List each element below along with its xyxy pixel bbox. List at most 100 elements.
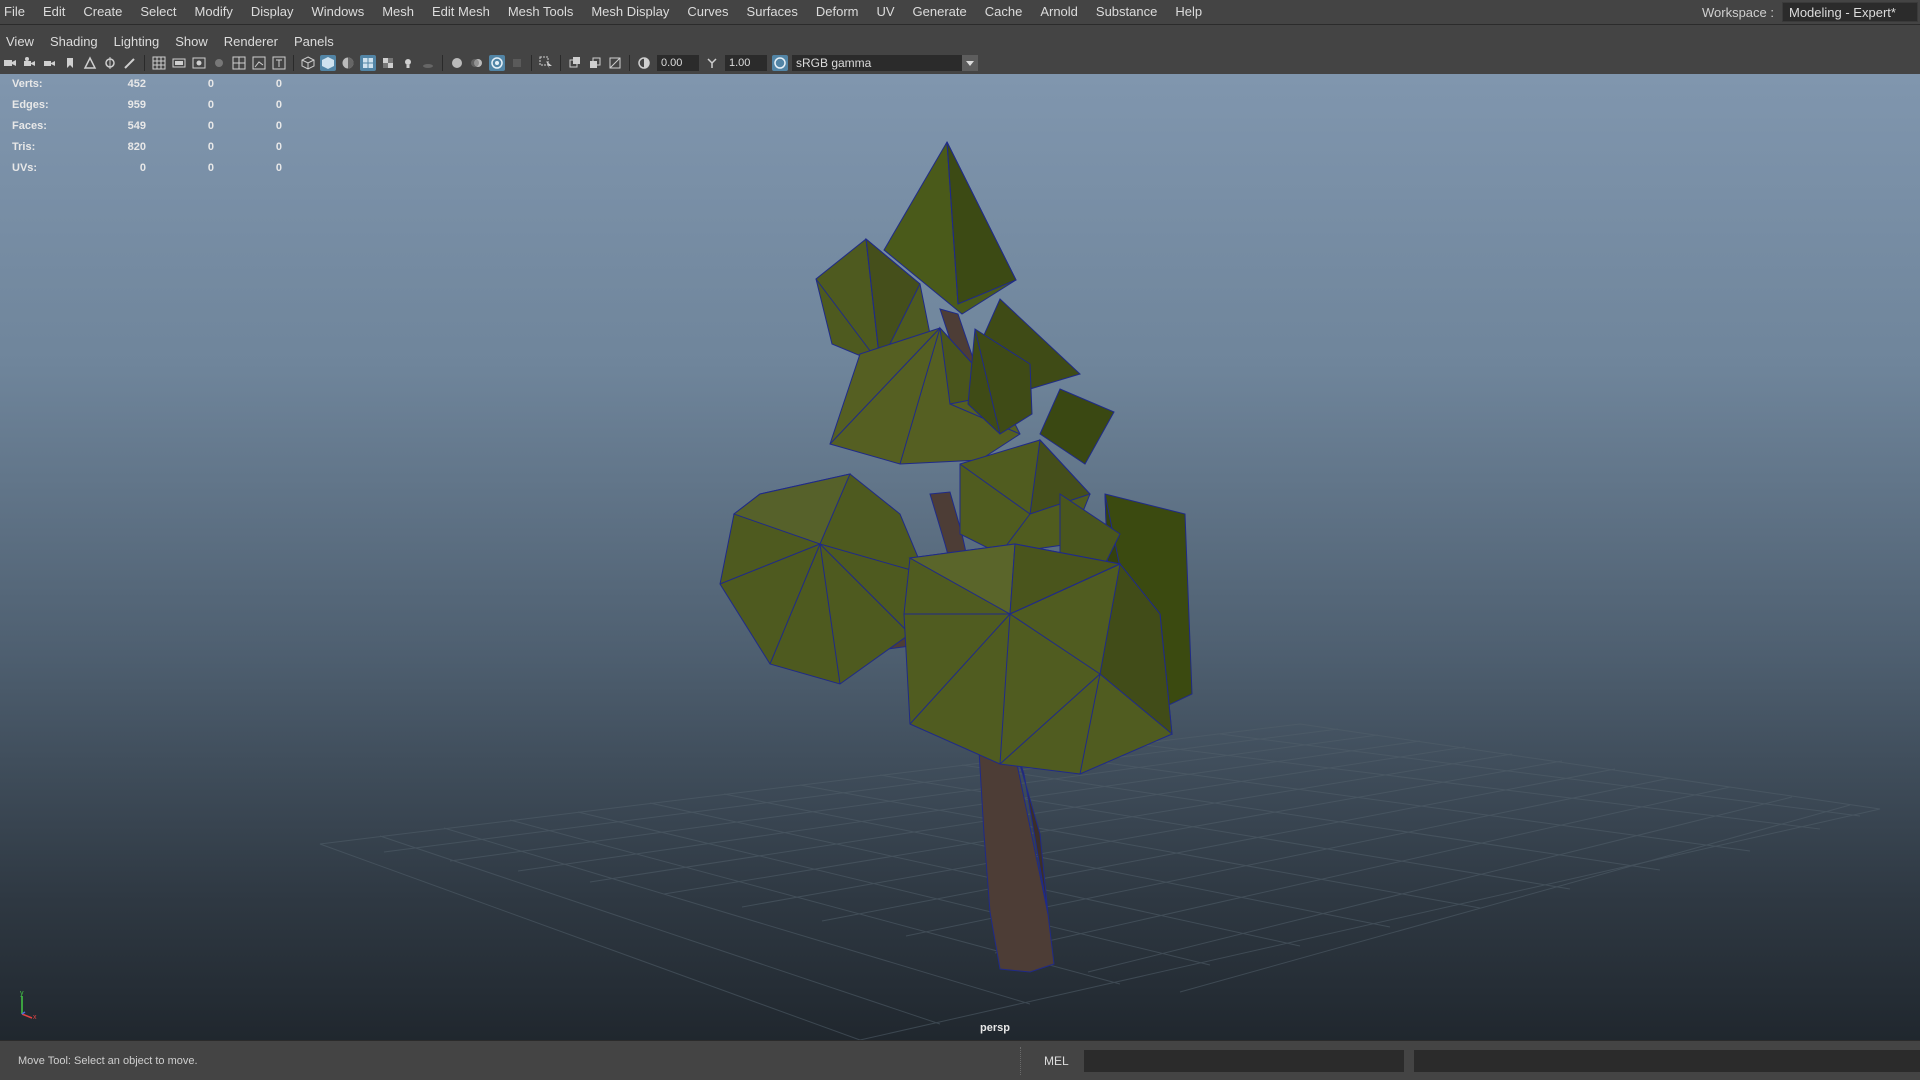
grid-icon[interactable] — [151, 55, 167, 71]
panel-menu-lighting[interactable]: Lighting — [106, 34, 168, 49]
command-line-input[interactable] — [1084, 1050, 1404, 1072]
default-material-icon[interactable] — [340, 55, 356, 71]
shadows-icon[interactable] — [420, 55, 436, 71]
gamma-field[interactable]: 1.00 — [725, 55, 767, 71]
toolbar-separator — [629, 55, 630, 71]
film-gate-icon[interactable] — [171, 55, 187, 71]
ground-grid — [319, 723, 1881, 1040]
screen-space-ao-icon[interactable] — [449, 55, 465, 71]
motion-blur-icon[interactable] — [469, 55, 485, 71]
hud-label: Edges: — [12, 99, 49, 111]
svg-text:x: x — [33, 1014, 37, 1020]
menu-help[interactable]: Help — [1166, 0, 1211, 24]
hud-row-uvs: UVs: 0 0 0 — [12, 158, 282, 179]
exposure-icon[interactable] — [636, 55, 652, 71]
panel-menu-show[interactable]: Show — [167, 34, 216, 49]
textured-icon[interactable] — [380, 55, 396, 71]
menu-create[interactable]: Create — [74, 0, 131, 24]
hud-row-faces: Faces: 549 0 0 — [12, 116, 282, 137]
menu-cache[interactable]: Cache — [976, 0, 1032, 24]
menu-arnold[interactable]: Arnold — [1031, 0, 1087, 24]
wireframe-on-shaded-icon[interactable] — [360, 55, 376, 71]
panel-toolbar: 0.00 1.00 sRGB gamma — [0, 52, 1920, 75]
gate-mask-icon[interactable] — [211, 55, 227, 71]
image-plane-icon[interactable] — [82, 55, 98, 71]
toolbar-separator — [144, 55, 145, 71]
color-management-icon[interactable] — [772, 55, 788, 71]
menu-deform[interactable]: Deform — [807, 0, 868, 24]
bookmarks-icon[interactable] — [42, 55, 58, 71]
panel-menu-shading[interactable]: Shading — [42, 34, 106, 49]
hud-row-edges: Edges: 959 0 0 — [12, 95, 282, 116]
xray-joints-icon[interactable] — [587, 55, 603, 71]
menu-file[interactable]: File — [0, 0, 34, 24]
svg-text:y: y — [20, 990, 24, 997]
menu-mesh-tools[interactable]: Mesh Tools — [499, 0, 583, 24]
2d-pan-zoom-icon[interactable] — [102, 55, 118, 71]
resolution-gate-icon[interactable] — [191, 55, 207, 71]
help-line-text: Move Tool: Select an object to move. — [18, 1055, 198, 1067]
menu-windows[interactable]: Windows — [302, 0, 373, 24]
menu-display[interactable]: Display — [242, 0, 303, 24]
bookmark-icon[interactable] — [62, 55, 78, 71]
hud-value-selected: 0 — [207, 78, 214, 90]
camera-name-label: persp — [980, 1022, 1010, 1034]
menu-edit-mesh[interactable]: Edit Mesh — [423, 0, 499, 24]
backface-culling-icon[interactable] — [607, 55, 623, 71]
safe-title-icon[interactable] — [271, 55, 287, 71]
maya-window: File Edit Create Select Modify Display W… — [0, 0, 1920, 1080]
xray-icon[interactable] — [567, 55, 583, 71]
help-line: Move Tool: Select an object to move. MEL — [0, 1040, 1920, 1080]
menu-uv[interactable]: UV — [867, 0, 903, 24]
mel-language-toggle[interactable]: MEL — [1044, 1054, 1069, 1068]
panel-menu-renderer[interactable]: Renderer — [216, 34, 286, 49]
chevron-down-icon[interactable] — [962, 55, 978, 71]
tree-foliage[interactable] — [719, 140, 1193, 775]
menu-mesh[interactable]: Mesh — [373, 0, 423, 24]
menu-generate[interactable]: Generate — [904, 0, 976, 24]
toolbar-separator — [560, 55, 561, 71]
hud-label: Verts: — [12, 78, 43, 90]
panel-menu-panels[interactable]: Panels — [286, 34, 342, 49]
scene-canvas[interactable] — [0, 74, 1920, 1040]
anti-aliasing-icon[interactable] — [489, 55, 505, 71]
view-transform-dropdown[interactable]: sRGB gamma — [792, 55, 962, 71]
toolbar-separator — [293, 55, 294, 71]
hud-value-selected: 0 — [207, 162, 214, 174]
menu-substance[interactable]: Substance — [1087, 0, 1166, 24]
depth-of-field-icon[interactable] — [509, 55, 525, 71]
menu-surfaces[interactable]: Surfaces — [738, 0, 807, 24]
hud-row-verts: Verts: 452 0 0 — [12, 74, 282, 95]
toolbar-separator — [531, 55, 532, 71]
menu-modify[interactable]: Modify — [186, 0, 242, 24]
field-chart-icon[interactable] — [231, 55, 247, 71]
gamma-icon[interactable] — [704, 55, 720, 71]
wireframe-icon[interactable] — [300, 55, 316, 71]
isolate-select-icon[interactable] — [538, 55, 554, 71]
toolbar-separator — [442, 55, 443, 71]
camera-attributes-icon[interactable] — [22, 55, 38, 71]
hud-label: Faces: — [12, 120, 47, 132]
grease-pencil-icon[interactable] — [122, 55, 138, 71]
smooth-shade-icon[interactable] — [320, 55, 336, 71]
workspace-label: Workspace : — [1701, 4, 1774, 20]
hud-value-object: 0 — [139, 162, 146, 174]
exposure-field[interactable]: 0.00 — [657, 55, 699, 71]
hud-value-selected: 0 — [207, 99, 214, 111]
view-axis-icon: y x — [20, 990, 37, 1020]
hud-value-selected: 0 — [207, 120, 214, 132]
hud-value-object: 959 — [127, 99, 146, 111]
select-camera-icon[interactable] — [2, 55, 18, 71]
hud-value-components: 0 — [275, 78, 282, 90]
panel-menu-view[interactable]: View — [0, 34, 42, 49]
menu-mesh-display[interactable]: Mesh Display — [582, 0, 678, 24]
use-all-lights-icon[interactable] — [400, 55, 416, 71]
menu-curves[interactable]: Curves — [678, 0, 737, 24]
hud-row-tris: Tris: 820 0 0 — [12, 137, 282, 158]
workspace-dropdown[interactable]: Modeling - Expert* — [1782, 2, 1918, 22]
safe-action-icon[interactable] — [251, 55, 267, 71]
menu-edit[interactable]: Edit — [34, 0, 74, 24]
perspective-viewport[interactable]: Verts: 452 0 0 Edges: 959 0 0 Faces: 549… — [0, 74, 1920, 1040]
panel-menu-bar: View Shading Lighting Show Renderer Pane… — [0, 30, 1920, 52]
menu-select[interactable]: Select — [131, 0, 185, 24]
